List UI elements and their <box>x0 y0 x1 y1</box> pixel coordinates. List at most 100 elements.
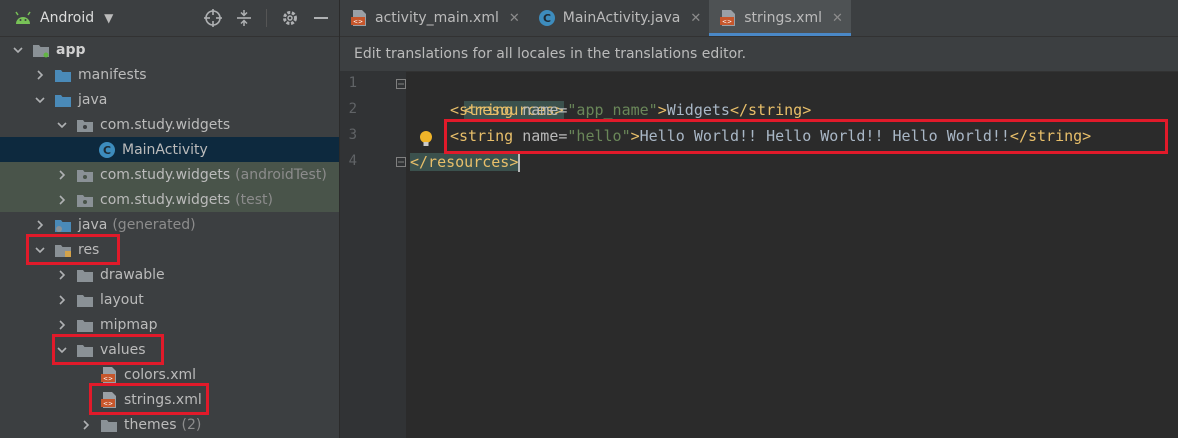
line-number: 4 <box>348 153 357 169</box>
xml-file-icon: <> <box>350 9 368 27</box>
xml-text: Widgets <box>666 101 730 119</box>
tree-item-label: manifests <box>78 66 147 83</box>
line-number: 3 <box>348 127 357 143</box>
tree-item-label: mipmap <box>100 316 158 333</box>
xml-tag: > <box>630 127 640 145</box>
tree-item-res[interactable]: res <box>0 237 339 262</box>
close-icon[interactable]: ✕ <box>832 11 843 26</box>
tree-item-colors-xml[interactable]: <> colors.xml <box>0 362 339 387</box>
tree-item-java[interactable]: java <box>0 87 339 112</box>
tab-mainactivity-java[interactable]: C MainActivity.java ✕ <box>528 0 709 36</box>
translations-notice[interactable]: Edit translations for all locales in the… <box>340 37 1178 72</box>
tree-item-package[interactable]: com.study.widgets <box>0 112 339 137</box>
tree-item-label: colors.xml <box>124 366 197 383</box>
project-view-selector[interactable]: Android <box>40 10 94 26</box>
tab-strings-xml[interactable]: <> strings.xml ✕ <box>709 0 851 36</box>
tree-item-package-androidtest[interactable]: com.study.widgets (androidTest) <box>0 162 339 187</box>
xml-value: "app_name" <box>567 101 658 119</box>
project-panel: Android ▼ app manifests java com.study.w… <box>0 0 340 438</box>
tree-item-suffix: (androidTest) <box>235 166 327 183</box>
tree-item-label: com.study.widgets <box>100 166 231 183</box>
tree-item-package-test[interactable]: com.study.widgets (test) <box>0 187 339 212</box>
tab-label: MainActivity.java <box>562 10 681 26</box>
svg-text:C: C <box>103 144 111 157</box>
editor-tabs: <> activity_main.xml ✕ C MainActivity.ja… <box>340 0 1178 37</box>
code-line-4: </resources> <box>410 149 521 175</box>
folder-icon <box>76 267 94 283</box>
chevron-right-icon[interactable] <box>56 169 68 181</box>
java-class-icon: C <box>538 9 556 27</box>
text-cursor <box>518 153 521 172</box>
chevron-right-icon[interactable] <box>56 269 68 281</box>
chevron-down-icon[interactable] <box>56 119 68 131</box>
minimize-icon[interactable] <box>313 9 329 27</box>
tab-label: strings.xml <box>744 10 822 26</box>
folder-icon <box>76 317 94 333</box>
gear-icon[interactable] <box>281 9 299 27</box>
xml-tag: </string> <box>729 101 812 119</box>
tree-item-drawable[interactable]: drawable <box>0 262 339 287</box>
android-icon <box>15 11 31 24</box>
tree-item-label: com.study.widgets <box>100 116 231 133</box>
xml-tag: <string <box>450 101 514 119</box>
tree-item-mainactivity[interactable]: C MainActivity <box>0 137 339 162</box>
xml-text: Hello World!! Hello World!! Hello World!… <box>639 127 1010 145</box>
chevron-down-icon[interactable] <box>12 44 24 56</box>
tree-item-manifests[interactable]: manifests <box>0 62 339 87</box>
tree-item-label: drawable <box>100 266 165 283</box>
chevron-right-icon[interactable] <box>34 69 46 81</box>
xml-attribute: name= <box>513 101 568 119</box>
tree-item-label: themes <box>124 416 177 433</box>
fold-icon[interactable] <box>396 157 406 167</box>
tree-item-suffix: (2) <box>181 416 202 433</box>
xml-file-icon: <> <box>100 366 118 384</box>
chevron-down-icon[interactable] <box>34 244 46 256</box>
chevron-right-icon[interactable] <box>56 194 68 206</box>
close-icon[interactable]: ✕ <box>509 11 520 26</box>
tree-item-suffix: (test) <box>235 191 273 208</box>
tree-item-label: layout <box>100 291 144 308</box>
xml-attribute: name= <box>513 127 568 145</box>
chevron-right-icon[interactable] <box>56 294 68 306</box>
chevron-right-icon[interactable] <box>34 219 46 231</box>
chevron-right-icon[interactable] <box>56 319 68 331</box>
code-line-2: <string name="app_name">Widgets</string> <box>450 97 811 123</box>
folder-icon <box>54 67 72 83</box>
editor-area: <> activity_main.xml ✕ C MainActivity.ja… <box>340 0 1178 438</box>
package-icon <box>76 192 94 208</box>
tree-item-app[interactable]: app <box>0 37 339 62</box>
tree-item-label: com.study.widgets <box>100 191 231 208</box>
folder-icon <box>76 292 94 308</box>
xml-file-icon: <> <box>100 391 118 409</box>
folder-icon <box>100 417 118 433</box>
tree-item-label: values <box>100 341 146 358</box>
chevron-down-icon[interactable]: ▼ <box>104 11 113 25</box>
fold-icon[interactable] <box>396 79 406 89</box>
chevron-down-icon[interactable] <box>56 344 68 356</box>
collapse-all-icon[interactable] <box>236 9 252 27</box>
svg-text:C: C <box>543 12 551 25</box>
chevron-right-icon[interactable] <box>80 419 92 431</box>
tree-item-mipmap[interactable]: mipmap <box>0 312 339 337</box>
locate-icon[interactable] <box>204 9 222 27</box>
tree-item-label: strings.xml <box>124 391 202 408</box>
folder-icon <box>54 92 72 108</box>
generated-folder-icon <box>54 217 72 233</box>
tree-item-java-generated[interactable]: java (generated) <box>0 212 339 237</box>
tree-item-strings-xml[interactable]: <> strings.xml <box>0 387 339 412</box>
tree-item-layout[interactable]: layout <box>0 287 339 312</box>
code-line-1: <resources> <box>410 71 564 119</box>
tab-activity-main-xml[interactable]: <> activity_main.xml ✕ <box>340 0 528 36</box>
xml-file-icon: <> <box>719 9 737 27</box>
chevron-down-icon[interactable] <box>34 94 46 106</box>
tree-item-values[interactable]: values <box>0 337 339 362</box>
code-editor[interactable]: <resources> <string name="app_name">Widg… <box>406 71 1178 438</box>
xml-value: "hello" <box>567 127 631 145</box>
tab-label: activity_main.xml <box>375 10 499 26</box>
package-icon <box>76 167 94 183</box>
tree-item-label: java <box>78 91 108 108</box>
close-icon[interactable]: ✕ <box>690 11 701 26</box>
tree-item-themes[interactable]: themes (2) <box>0 412 339 437</box>
folder-icon <box>76 342 94 358</box>
java-class-icon: C <box>98 141 116 159</box>
